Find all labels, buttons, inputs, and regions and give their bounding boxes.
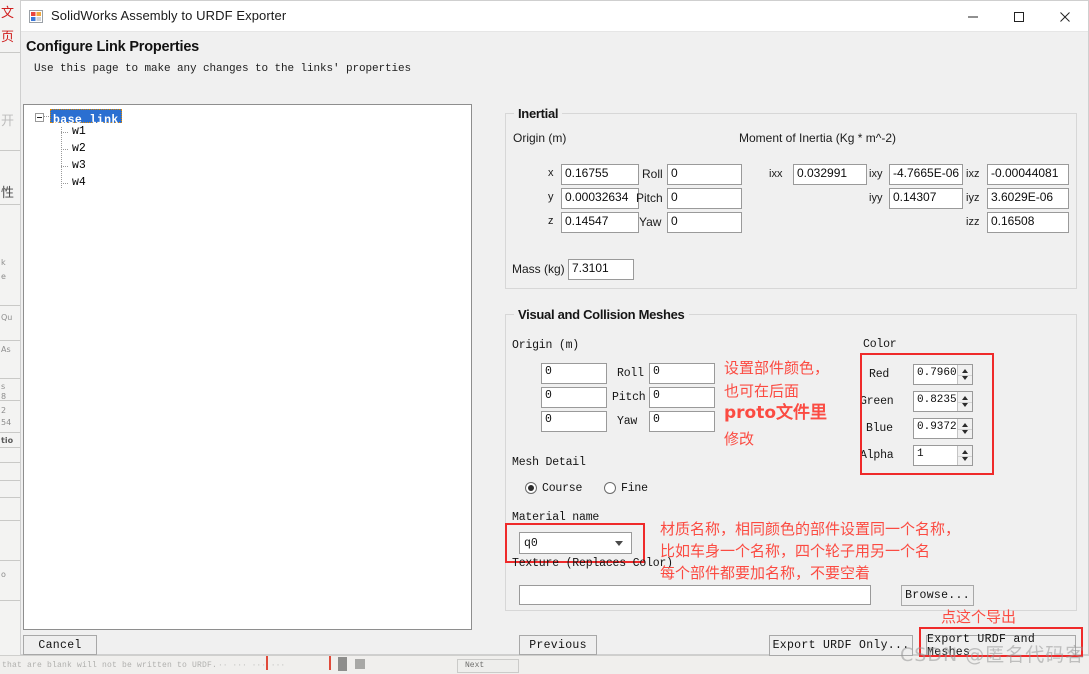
mesh-origin-label: Origin (m) [512, 339, 580, 352]
iyz-input[interactable]: 3.6029E-06 [987, 188, 1069, 209]
mesh-pitch-input[interactable]: 0 [649, 387, 715, 408]
izz-input[interactable]: 0.16508 [987, 212, 1069, 233]
tree-branch-4 [61, 183, 69, 184]
material-note-line-2: 比如车身一个名称，四个轮子用另一个名 [660, 542, 931, 560]
mesh-detail-label: Mesh Detail [512, 456, 586, 469]
izz-label: izz [966, 216, 980, 228]
mesh-pitch-label: Pitch [612, 391, 646, 404]
iyy-label: iyy [869, 192, 883, 204]
window-title: SolidWorks Assembly to URDF Exporter [51, 8, 287, 23]
inertial-roll-input[interactable]: 0 [667, 164, 742, 185]
link-tree[interactable]: base_link w1 w2 w3 w4 [23, 104, 472, 630]
background-dark-block-1 [338, 657, 347, 671]
radio-course[interactable] [525, 482, 537, 494]
tree-branch-3 [61, 166, 69, 167]
page-header: Configure Link Properties Use this page … [21, 32, 1088, 84]
color-note-line-4: 修改 [724, 430, 755, 448]
background-dark-block-2 [355, 659, 365, 669]
color-note-line-2: 也可在后面 [724, 382, 800, 400]
tree-trunk [61, 127, 62, 189]
previous-button[interactable]: Previous [519, 635, 597, 655]
color-note-line-3: proto文件里 [724, 403, 828, 423]
color-highlight [860, 353, 994, 475]
ixz-input[interactable]: -0.00044081 [987, 164, 1069, 185]
tree-branch-2 [61, 149, 69, 150]
inertial-y-input[interactable]: 0.00032634 [561, 188, 639, 209]
inertial-yaw-label: Yaw [639, 215, 662, 229]
background-red-mark-1 [266, 656, 268, 670]
color-note-line-1: 设置部件颜色， [724, 359, 830, 377]
maximize-button[interactable] [996, 1, 1042, 32]
inertial-z-input[interactable]: 0.14547 [561, 212, 639, 233]
tree-item-w3[interactable]: w3 [72, 159, 86, 172]
inertial-z-label: z [548, 215, 554, 227]
iyy-input[interactable]: 0.14307 [889, 188, 963, 209]
page-title: Configure Link Properties [26, 39, 200, 55]
background-next-button[interactable]: Next [457, 659, 519, 673]
mass-label: Mass (kg) [512, 262, 565, 276]
tree-item-w2[interactable]: w2 [72, 142, 86, 155]
mesh-yaw-label: Yaw [617, 415, 638, 428]
inertial-pitch-input[interactable]: 0 [667, 188, 742, 209]
background-window-strip: 文 页 开 性 k e Qu As s 8 2 54 tio o [0, 0, 22, 673]
collapse-icon[interactable] [35, 113, 44, 122]
color-group-label: Color [863, 338, 897, 351]
mesh-y-input[interactable]: 0 [541, 387, 607, 408]
background-red-mark-2 [329, 656, 331, 670]
radio-fine-label: Fine [621, 482, 648, 495]
screen: 文 页 开 性 k e Qu As s 8 2 54 tio o that ar… [0, 0, 1089, 674]
texture-input[interactable] [519, 585, 871, 605]
minimize-button[interactable] [950, 1, 996, 32]
inertial-origin-label: Origin (m) [513, 131, 567, 145]
ixx-label: ixx [769, 168, 783, 180]
material-note-line-3: 每个部件都要加名称，不要空着 [660, 564, 871, 582]
maximize-icon [1014, 11, 1024, 22]
inertial-x-label: x [548, 167, 554, 179]
browse-button[interactable]: Browse... [901, 585, 974, 606]
tree-branch-1 [61, 132, 69, 133]
background-status-text: that are blank will not be written to UR… [2, 661, 218, 670]
mesh-yaw-input[interactable]: 0 [649, 411, 715, 432]
mesh-x-input[interactable]: 0 [541, 363, 607, 384]
close-icon [1060, 11, 1070, 22]
mesh-roll-label: Roll [617, 367, 644, 380]
material-note-line-1: 材质名称，相同颜色的部件设置同一个名称， [660, 520, 961, 538]
iyz-label: iyz [966, 192, 980, 204]
cancel-button[interactable]: Cancel [23, 635, 97, 655]
tree-item-w4[interactable]: w4 [72, 176, 86, 189]
tree-item-base-link[interactable]: base_link [50, 109, 122, 127]
close-button[interactable] [1042, 1, 1088, 32]
inertial-group-label: Inertial [514, 106, 563, 121]
background-next-label: Next [465, 661, 485, 670]
background-smudge: ·· ··· ··· ··· [218, 661, 286, 670]
ixx-input[interactable]: 0.032991 [793, 164, 867, 185]
mesh-z-input[interactable]: 0 [541, 411, 607, 432]
tree-item-w1[interactable]: w1 [72, 125, 86, 138]
page-subtitle: Use this page to make any changes to the… [34, 63, 412, 75]
minimize-icon [968, 16, 978, 17]
moment-of-inertia-label: Moment of Inertia (Kg * m^-2) [739, 131, 897, 145]
mesh-roll-input[interactable]: 0 [649, 363, 715, 384]
inertial-yaw-input[interactable]: 0 [667, 212, 742, 233]
export-urdf-only-button[interactable]: Export URDF Only... [769, 635, 913, 656]
visual-collision-group-label: Visual and Collision Meshes [514, 307, 689, 322]
texture-label: Texture (Replaces Color) [512, 557, 673, 570]
mass-input[interactable]: 7.3101 [568, 259, 634, 280]
watermark: CSDN @匿名代码客 [900, 644, 1086, 666]
ixy-input[interactable]: -4.7665E-06 [889, 164, 963, 185]
title-bar: SolidWorks Assembly to URDF Exporter [21, 1, 1088, 32]
inertial-x-input[interactable]: 0.16755 [561, 164, 639, 185]
inertial-y-label: y [548, 191, 554, 203]
inertial-pitch-label: Pitch [636, 191, 663, 205]
inertial-roll-label: Roll [642, 167, 663, 181]
ixz-label: ixz [966, 168, 980, 180]
radio-fine[interactable] [604, 482, 616, 494]
radio-course-label: Course [542, 482, 583, 495]
ixy-label: ixy [869, 168, 883, 180]
export-note: 点这个导出 [941, 608, 1017, 626]
app-icon [29, 9, 44, 24]
